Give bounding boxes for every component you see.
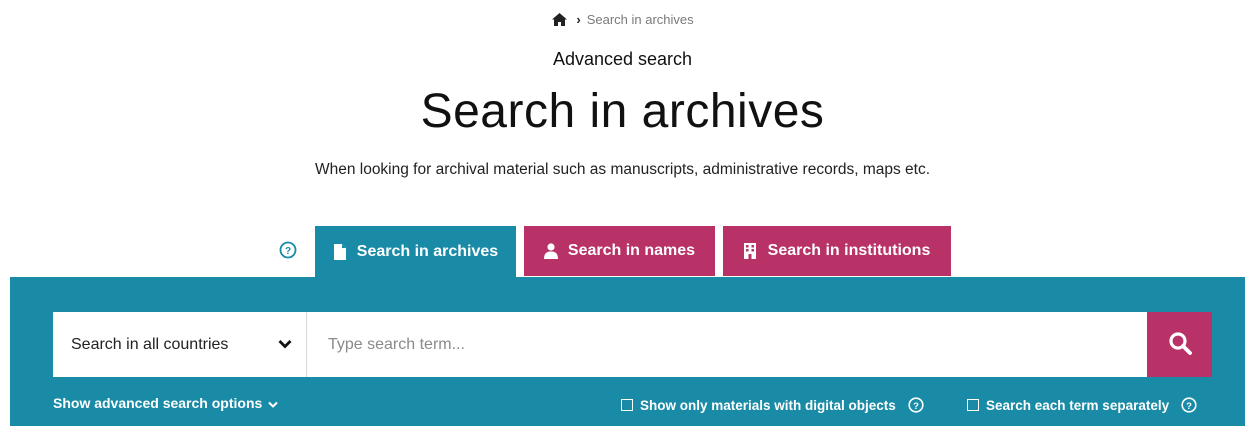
advanced-options-toggle[interactable]: Show advanced search options [53,395,278,411]
country-select[interactable]: Search in all countries [53,312,306,377]
search-icon [1168,331,1192,358]
document-icon [333,244,347,260]
breadcrumb: › Search in archives [0,12,1245,30]
chevron-down-icon [268,395,278,411]
tab-search-archives[interactable]: Search in archives [315,226,516,278]
building-icon [743,243,758,259]
separate-terms-label[interactable]: Search each term separately [986,398,1169,413]
tab-search-institutions[interactable]: Search in institutions [723,226,951,276]
chevron-right-icon: › [576,12,581,27]
tab-label: Search in institutions [767,242,931,259]
digital-objects-option: Show only materials with digital objects… [621,397,924,413]
digital-objects-label[interactable]: Show only materials with digital objects [640,398,896,413]
svg-text:?: ? [285,246,291,257]
person-icon [543,243,558,259]
page-title: Search in archives [420,85,825,138]
home-icon[interactable] [551,12,568,30]
separate-terms-option: Search each term separately ? [967,397,1197,413]
separate-terms-checkbox[interactable] [967,399,979,411]
chevron-down-icon [278,336,292,354]
help-icon[interactable]: ? [279,241,297,259]
help-icon[interactable]: ? [1181,397,1197,413]
help-icon[interactable]: ? [908,397,924,413]
tab-search-names[interactable]: Search in names [524,226,715,276]
svg-text:?: ? [1186,401,1192,412]
page-eyebrow: Advanced search [552,49,693,69]
advanced-options-label: Show advanced search options [53,395,263,411]
search-button[interactable] [1147,312,1212,377]
tab-label: Search in archives [356,243,499,260]
search-input[interactable] [307,312,1147,377]
digital-objects-checkbox[interactable] [621,399,633,411]
breadcrumb-current: Search in archives [586,12,694,27]
country-select-value: Search in all countries [71,335,229,353]
page-subtitle: When looking for archival material such … [314,161,931,178]
svg-text:?: ? [913,401,919,412]
tab-label: Search in names [567,242,696,259]
